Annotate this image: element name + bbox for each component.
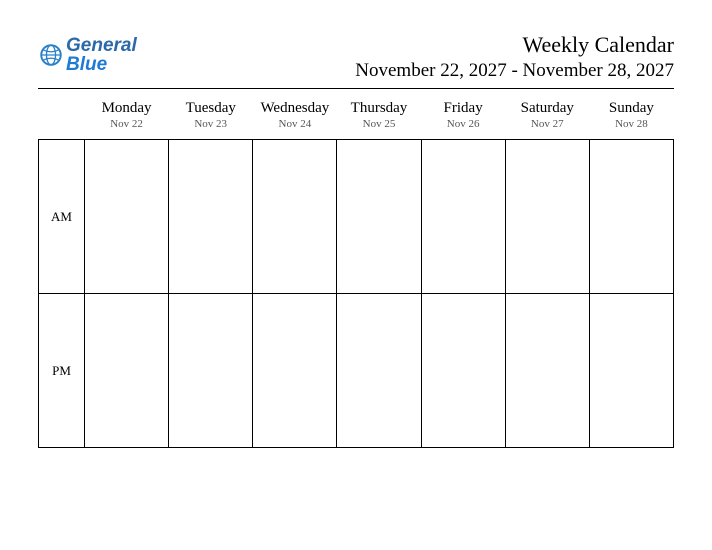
day-header: Wednesday Nov 24 xyxy=(253,97,337,140)
calendar-cell[interactable] xyxy=(421,140,505,294)
calendar-cell[interactable] xyxy=(169,294,253,448)
calendar-cell[interactable] xyxy=(253,140,337,294)
day-header: Saturday Nov 27 xyxy=(505,97,589,140)
calendar-cell[interactable] xyxy=(589,140,673,294)
calendar-cell[interactable] xyxy=(505,140,589,294)
calendar-cell[interactable] xyxy=(253,294,337,448)
day-date: Nov 24 xyxy=(253,117,337,131)
brand-logo: General Blue xyxy=(38,32,137,74)
day-date: Nov 26 xyxy=(421,117,505,131)
day-date: Nov 28 xyxy=(589,117,673,131)
day-name: Tuesday xyxy=(169,99,253,117)
calendar-cell[interactable] xyxy=(505,294,589,448)
day-header: Thursday Nov 25 xyxy=(337,97,421,140)
title-block: Weekly Calendar November 22, 2027 - Nove… xyxy=(355,32,674,82)
calendar-cell[interactable] xyxy=(589,294,673,448)
day-header: Friday Nov 26 xyxy=(421,97,505,140)
period-label-pm: PM xyxy=(39,294,85,448)
calendar-cell[interactable] xyxy=(85,140,169,294)
page-title: Weekly Calendar xyxy=(355,32,674,58)
logo-text-general: General xyxy=(66,35,137,56)
header: General Blue Weekly Calendar November 22… xyxy=(38,32,674,89)
calendar-cell[interactable] xyxy=(421,294,505,448)
calendar-cell[interactable] xyxy=(85,294,169,448)
calendar-cell[interactable] xyxy=(337,140,421,294)
day-date: Nov 22 xyxy=(85,117,169,131)
day-date: Nov 27 xyxy=(505,117,589,131)
globe-icon xyxy=(38,42,64,68)
day-name: Monday xyxy=(85,99,169,117)
date-range: November 22, 2027 - November 28, 2027 xyxy=(355,60,674,82)
period-label-am: AM xyxy=(39,140,85,294)
day-header: Monday Nov 22 xyxy=(85,97,169,140)
day-header: Tuesday Nov 23 xyxy=(169,97,253,140)
logo-text-blue: Blue xyxy=(66,54,107,75)
day-header-row: Monday Nov 22 Tuesday Nov 23 Wednesday N… xyxy=(39,97,674,140)
am-row: AM xyxy=(39,140,674,294)
pm-row: PM xyxy=(39,294,674,448)
day-date: Nov 23 xyxy=(169,117,253,131)
day-name: Saturday xyxy=(505,99,589,117)
day-name: Thursday xyxy=(337,99,421,117)
day-name: Wednesday xyxy=(253,99,337,117)
weekly-calendar-grid: Monday Nov 22 Tuesday Nov 23 Wednesday N… xyxy=(38,97,674,448)
calendar-cell[interactable] xyxy=(169,140,253,294)
day-date: Nov 25 xyxy=(337,117,421,131)
calendar-cell[interactable] xyxy=(337,294,421,448)
day-name: Sunday xyxy=(589,99,673,117)
day-header: Sunday Nov 28 xyxy=(589,97,673,140)
day-name: Friday xyxy=(421,99,505,117)
